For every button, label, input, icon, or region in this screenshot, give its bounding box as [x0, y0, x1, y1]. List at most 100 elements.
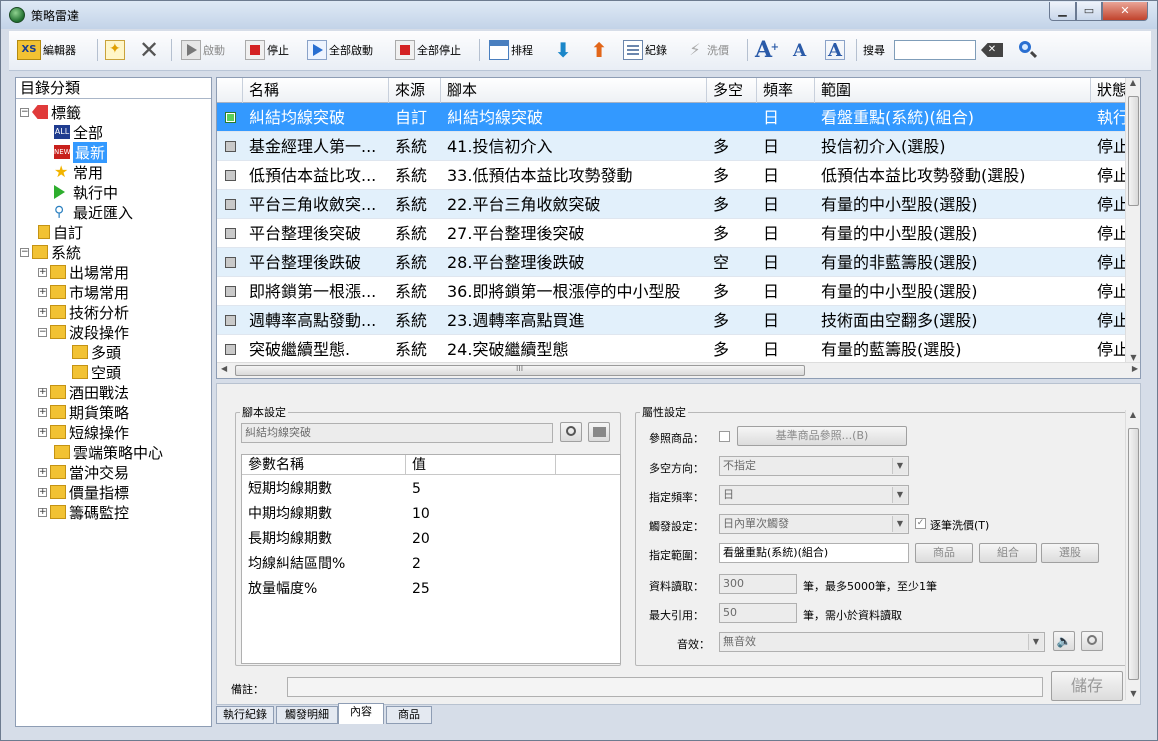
status-indicator-icon[interactable]: [225, 170, 236, 181]
status-indicator-icon[interactable]: [225, 112, 236, 123]
tree-node-newest[interactable]: NEW 最新: [54, 141, 108, 163]
font-reset-button[interactable]: A: [825, 37, 847, 63]
expand-icon[interactable]: +: [38, 387, 47, 397]
tree-node-cloud[interactable]: 雲端策略中心: [54, 442, 163, 462]
schedule-button[interactable]: 排程: [489, 37, 533, 63]
tree-node-short[interactable]: 空頭: [72, 362, 121, 382]
new-button[interactable]: ✦: [105, 37, 127, 63]
save-button[interactable]: 儲存: [1051, 671, 1123, 701]
detail-vertical-scrollbar[interactable]: ▲ ▼: [1125, 410, 1140, 700]
table-row[interactable]: 基金經理人第一... 系統 41.投信初介入多日投信初介入(選股) 停止: [217, 132, 1129, 161]
status-indicator-icon[interactable]: [225, 228, 236, 239]
script-name-field[interactable]: 糾結均線突破: [241, 423, 553, 443]
note-field[interactable]: [287, 677, 1043, 697]
expand-icon[interactable]: +: [38, 487, 47, 497]
tree-node-exit-common[interactable]: + 出場常用: [38, 262, 129, 282]
table-row[interactable]: 平台整理後突破 系統 27.平台整理後突破多日有量的中小型股(選股) 停止: [217, 219, 1129, 248]
grid-vertical-scrollbar[interactable]: ▲ ▼: [1125, 78, 1140, 364]
wash-button[interactable]: ⚡ 洗價: [685, 37, 729, 63]
expand-icon[interactable]: +: [38, 427, 47, 437]
search-button[interactable]: [1017, 37, 1039, 63]
start-button[interactable]: 啟動: [181, 37, 225, 63]
start-all-button[interactable]: 全部啟動: [307, 37, 373, 63]
tree-node-technical[interactable]: + 技術分析: [38, 302, 129, 322]
sound-select[interactable]: 無音效 ▼: [719, 632, 1045, 652]
read-field[interactable]: 300: [719, 574, 797, 594]
close-window-button[interactable]: ✕: [1102, 2, 1148, 21]
sound-play-button[interactable]: 🔈: [1053, 631, 1075, 651]
tab-content[interactable]: 內容: [338, 703, 384, 724]
stop-all-button[interactable]: 全部停止: [395, 37, 461, 63]
tree-node-recent-import[interactable]: ⚲ 最近匯入: [54, 202, 133, 222]
param-value[interactable]: 10: [412, 502, 430, 527]
editor-button[interactable]: XS 編輯器: [17, 37, 76, 63]
scope-field[interactable]: 看盤重點(系統)(組合): [719, 543, 909, 563]
table-row[interactable]: 糾結均線突破 自訂 糾結均線突破日看盤重點(系統)(組合) 執行: [217, 103, 1129, 132]
grid-horizontal-scrollbar[interactable]: ◀ III ▶: [217, 362, 1140, 378]
tree-node-long[interactable]: 多頭: [72, 342, 121, 362]
tree-node-price-volume[interactable]: + 價量指標: [38, 482, 129, 502]
status-indicator-icon[interactable]: [225, 286, 236, 297]
table-row[interactable]: 平台三角收斂突... 系統 22.平台三角收斂突破多日有量的中小型股(選股) 停止: [217, 190, 1129, 219]
param-value[interactable]: 5: [412, 477, 421, 502]
tab-products[interactable]: 商品: [386, 706, 432, 724]
table-row[interactable]: 平台整理後跌破 系統 28.平台整理後跌破空日有量的非藍籌股(選股) 停止: [217, 248, 1129, 277]
ref-product-checkbox[interactable]: [719, 431, 730, 442]
col-name[interactable]: 名稱: [243, 78, 389, 103]
tree-node-market-common[interactable]: + 市場常用: [38, 282, 129, 302]
tree-node-frequent[interactable]: ★ 常用: [54, 162, 103, 182]
tab-trigger-detail[interactable]: 觸發明細: [276, 706, 338, 724]
side-select[interactable]: 不指定 ▼: [719, 456, 909, 476]
collapse-icon[interactable]: −: [38, 327, 47, 337]
param-value[interactable]: 25: [412, 577, 430, 602]
collapse-icon[interactable]: −: [20, 247, 29, 257]
col-scope[interactable]: 範圍: [815, 78, 1091, 103]
status-indicator-icon[interactable]: [225, 344, 236, 355]
minimize-button[interactable]: ▁: [1049, 2, 1076, 21]
tree-node-system[interactable]: − 系統: [20, 242, 81, 262]
stop-button[interactable]: 停止: [245, 37, 289, 63]
table-row[interactable]: 低預估本益比攻... 系統 33.低預估本益比攻勢發動 多 日 低預估本益比攻勢發動(選股…: [217, 161, 1129, 190]
script-search-button[interactable]: [560, 422, 582, 442]
param-value[interactable]: 20: [412, 527, 430, 552]
delete-button[interactable]: ✕: [139, 37, 161, 63]
search-input[interactable]: [894, 40, 976, 60]
font-increase-button[interactable]: A +: [755, 37, 779, 63]
col-side[interactable]: 多空: [707, 78, 757, 103]
scope-product-button[interactable]: 商品: [915, 543, 973, 563]
export-button[interactable]: ⬆: [589, 37, 611, 63]
maximize-button[interactable]: ▭: [1076, 2, 1102, 21]
status-indicator-icon[interactable]: [225, 199, 236, 210]
expand-icon[interactable]: +: [38, 407, 47, 417]
table-row[interactable]: 即將鎖第一根漲... 系統 36.即將鎖第一根漲停的中小型股 多 日 有量的中小型股(選股…: [217, 277, 1129, 306]
status-indicator-icon[interactable]: [225, 141, 236, 152]
expand-icon[interactable]: +: [38, 467, 47, 477]
expand-icon[interactable]: +: [38, 307, 47, 317]
table-row[interactable]: 突破繼續型態. 系統 24.突破繼續型態多日有量的藍籌股(選股) 停止: [217, 335, 1129, 364]
tab-run-log[interactable]: 執行紀錄: [216, 706, 274, 724]
tree-node-futures[interactable]: + 期貨策略: [38, 402, 129, 422]
scope-combo-button[interactable]: 組合: [979, 543, 1037, 563]
freq-select[interactable]: 日 ▼: [719, 485, 909, 505]
font-decrease-button[interactable]: A: [793, 37, 815, 63]
open-folder-button[interactable]: [588, 422, 610, 442]
tree-node-custom[interactable]: 自訂: [38, 222, 83, 242]
ref-max-field[interactable]: 50: [719, 603, 797, 623]
sound-search-button[interactable]: [1081, 631, 1103, 651]
ref-product-button[interactable]: 基準商品參照...(B): [737, 426, 907, 446]
log-button[interactable]: 紀錄: [623, 37, 667, 63]
wash-each-checkbox[interactable]: ✓: [915, 518, 926, 529]
expand-icon[interactable]: +: [38, 287, 47, 297]
expand-icon[interactable]: +: [38, 507, 47, 517]
tree-node-short-term[interactable]: + 短線操作: [38, 422, 129, 442]
tree-node-tags[interactable]: − 標籤: [20, 102, 81, 122]
table-row[interactable]: 週轉率高點發動... 系統 23.週轉率高點買進多日技術面由空翻多(選股) 停止: [217, 306, 1129, 335]
status-indicator-icon[interactable]: [225, 257, 236, 268]
clear-search-button[interactable]: ✕: [981, 37, 1005, 63]
collapse-icon[interactable]: −: [20, 107, 29, 117]
param-value[interactable]: 2: [412, 552, 421, 577]
expand-icon[interactable]: +: [38, 267, 47, 277]
status-indicator-icon[interactable]: [225, 315, 236, 326]
col-script[interactable]: 腳本: [441, 78, 707, 103]
scope-select-button[interactable]: 選股: [1041, 543, 1099, 563]
